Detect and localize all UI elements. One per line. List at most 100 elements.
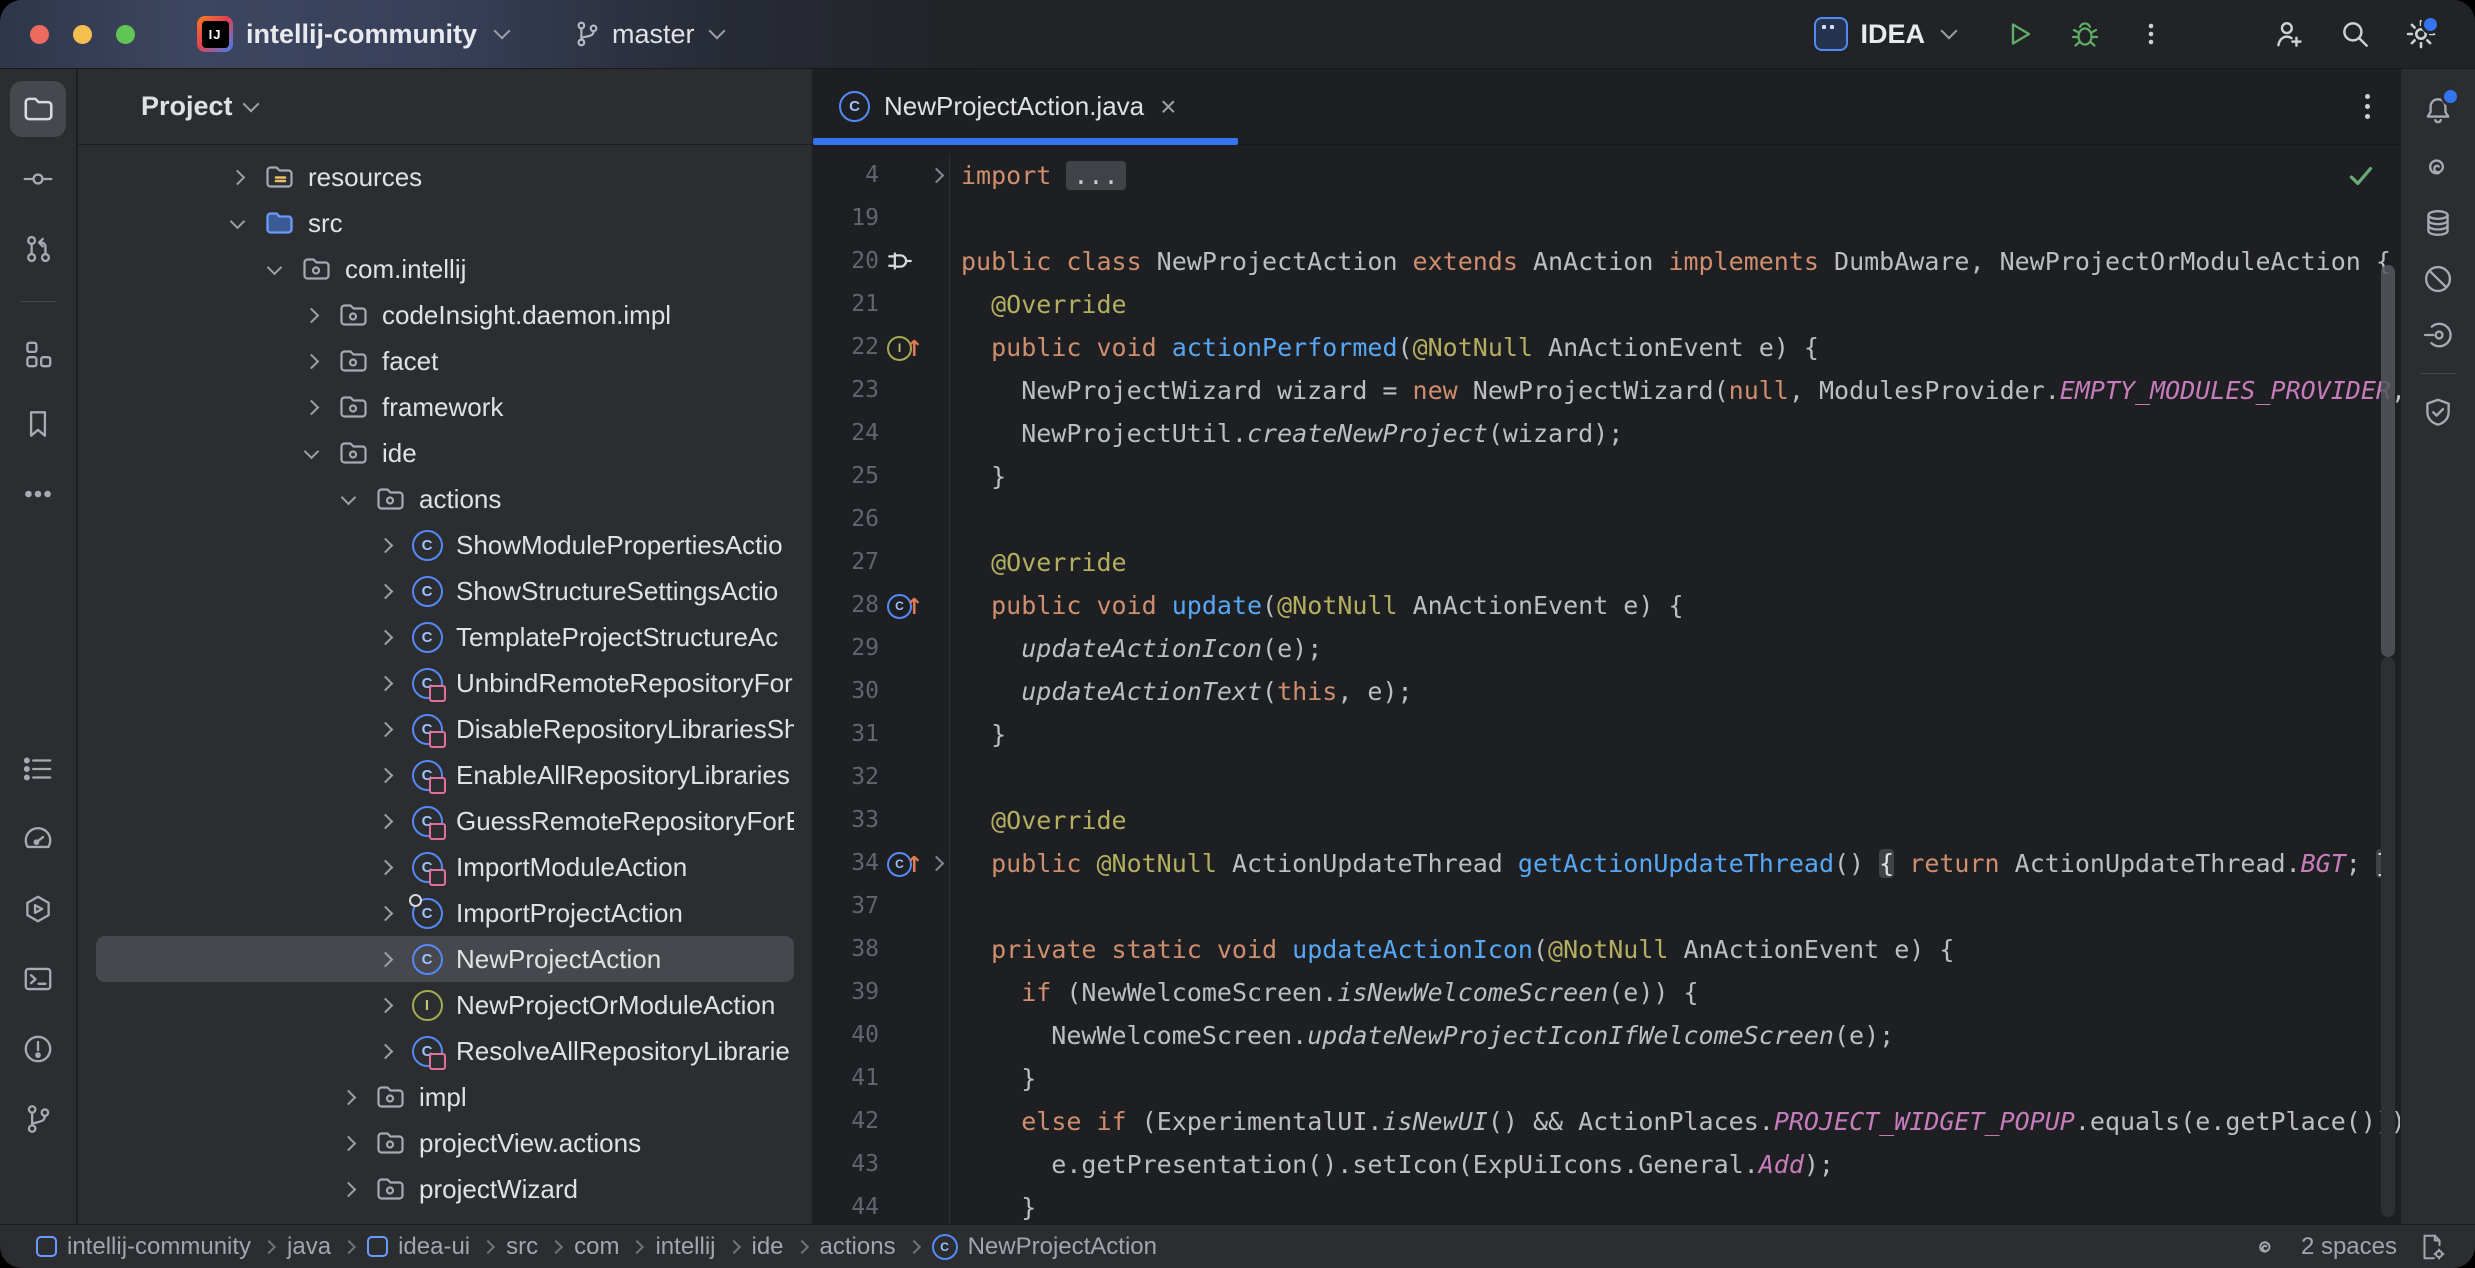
run-configuration-widget[interactable]: IDEA [1814, 17, 1955, 51]
code-line-37[interactable]: 37 [813, 885, 2400, 928]
editor-body[interactable]: 4import ...1920public class NewProjectAc… [813, 145, 2400, 1225]
tree-item-facet[interactable]: facet [96, 338, 794, 384]
chevron-right-icon[interactable] [337, 1092, 359, 1103]
code-line-21[interactable]: 21 @Override [813, 283, 2400, 326]
tool-button-problems[interactable] [10, 1021, 66, 1077]
chevron-right-icon[interactable] [374, 632, 396, 643]
breadcrumb-item-src[interactable]: src [506, 1233, 538, 1261]
chevron-down-icon[interactable] [226, 220, 248, 227]
tool-button-database[interactable] [2410, 195, 2466, 251]
tool-button-security-shield[interactable] [2410, 384, 2466, 440]
tool-button-notifications[interactable] [2410, 83, 2466, 139]
debug-button[interactable] [2065, 14, 2105, 54]
tool-button-incoming-connection[interactable] [2410, 307, 2466, 363]
chevron-right-icon[interactable] [374, 770, 396, 781]
chevron-right-icon[interactable] [300, 310, 322, 321]
tool-button-no-entry[interactable] [2410, 251, 2466, 307]
editor-scrollbar-track[interactable] [2381, 657, 2395, 1217]
editor-tab-newprojectaction[interactable]: C NewProjectAction.java × [813, 69, 1238, 144]
tool-button-terminal[interactable] [10, 951, 66, 1007]
tree-item-importmoduleaction[interactable]: CImportModuleAction [96, 844, 794, 890]
fold-expand-icon[interactable] [923, 842, 949, 885]
tool-button-services[interactable] [10, 881, 66, 937]
code-line-27[interactable]: 27 @Override [813, 541, 2400, 584]
code-line-25[interactable]: 25 } [813, 455, 2400, 498]
tree-item-ide[interactable]: ide [96, 430, 794, 476]
project-widget[interactable]: IJ intellij-community [197, 16, 508, 52]
chevron-down-icon[interactable] [300, 450, 322, 457]
tree-item-unbindremoterepositoryfor[interactable]: CUnbindRemoteRepositoryFor [96, 660, 794, 706]
indent-info[interactable]: 2 spaces [2301, 1233, 2397, 1261]
code-line-41[interactable]: 41 } [813, 1057, 2400, 1100]
chevron-right-icon[interactable] [337, 1138, 359, 1149]
tree-item-framework[interactable]: framework [96, 384, 794, 430]
code-line-4[interactable]: 4import ... [813, 154, 2400, 197]
project-panel-header[interactable]: Project [78, 69, 812, 145]
tree-item-importprojectaction[interactable]: CImportProjectAction [96, 890, 794, 936]
breadcrumb-item-actions[interactable]: actions [820, 1233, 896, 1261]
run-button[interactable] [1999, 14, 2039, 54]
close-window-button[interactable] [30, 25, 49, 44]
tool-button-pull-requests[interactable] [10, 221, 66, 277]
code-line-42[interactable]: 42 else if (ExperimentalUI.isNewUI() && … [813, 1100, 2400, 1143]
tool-button-commit[interactable] [10, 151, 66, 207]
tool-button-version-control[interactable] [10, 1091, 66, 1147]
chevron-right-icon[interactable] [374, 908, 396, 919]
inspections-ok-check-icon[interactable] [2344, 159, 2378, 193]
breadcrumb-item-java[interactable]: java [287, 1233, 331, 1261]
chevron-right-icon[interactable] [374, 1046, 396, 1057]
chevron-right-icon[interactable] [374, 1000, 396, 1011]
tree-item-newprojectaction[interactable]: CNewProjectAction [96, 936, 794, 982]
tree-item-guessremoterepositoryfore[interactable]: CGuessRemoteRepositoryForE [96, 798, 794, 844]
code-line-29[interactable]: 29 updateActionIcon(e); [813, 627, 2400, 670]
tool-button-profiler[interactable] [10, 811, 66, 867]
tree-item-resolveallrepositorylibrarie[interactable]: CResolveAllRepositoryLibrarie [96, 1028, 794, 1074]
overrides-method-gutter-icon[interactable]: C↑ [879, 584, 923, 627]
chevron-right-icon[interactable] [374, 724, 396, 735]
code-line-23[interactable]: 23 NewProjectWizard wizard = new NewProj… [813, 369, 2400, 412]
tree-item-templateprojectstructureac[interactable]: CTemplateProjectStructureAc [96, 614, 794, 660]
tree-item-newprojectormoduleaction[interactable]: INewProjectOrModuleAction [96, 982, 794, 1028]
tree-item-enableallrepositorylibraries[interactable]: CEnableAllRepositoryLibraries [96, 752, 794, 798]
tree-item-showstructuresettingsactio[interactable]: CShowStructureSettingsActio [96, 568, 794, 614]
ai-spiral-icon[interactable] [2251, 1232, 2281, 1262]
code-line-20[interactable]: 20public class NewProjectAction extends … [813, 240, 2400, 283]
zoom-window-button[interactable] [116, 25, 135, 44]
chevron-right-icon[interactable] [300, 402, 322, 413]
tree-item-codeinsight-daemon-impl[interactable]: codeInsight.daemon.impl [96, 292, 794, 338]
tree-item-resources[interactable]: resources [96, 154, 794, 200]
chevron-right-icon[interactable] [374, 678, 396, 689]
breadcrumb-item-intellij-community[interactable]: intellij-community [36, 1233, 251, 1261]
extension-plug-gutter-icon[interactable] [879, 240, 923, 283]
tree-item-impl[interactable]: impl [96, 1074, 794, 1120]
tab-options-kebab-icon[interactable] [2365, 94, 2370, 119]
chevron-right-icon[interactable] [374, 586, 396, 597]
tool-button-structure[interactable] [10, 326, 66, 382]
branch-widget[interactable]: master [572, 19, 723, 50]
tree-item-disablerepositorylibrariessh[interactable]: CDisableRepositoryLibrariesSh [96, 706, 794, 752]
code-line-43[interactable]: 43 e.getPresentation().setIcon(ExpUiIcon… [813, 1143, 2400, 1186]
chevron-right-icon[interactable] [374, 816, 396, 827]
breadcrumb-item-com[interactable]: com [574, 1233, 619, 1261]
chevron-right-icon[interactable] [226, 172, 248, 183]
code-with-me-button[interactable] [2269, 14, 2309, 54]
chevron-right-icon[interactable] [300, 356, 322, 367]
code-line-32[interactable]: 32 [813, 756, 2400, 799]
tool-button-project[interactable] [10, 81, 66, 137]
implements-method-gutter-icon[interactable]: I↑ [879, 326, 923, 369]
chevron-right-icon[interactable] [374, 954, 396, 965]
code-line-28[interactable]: 28C↑ public void update(@NotNull AnActio… [813, 584, 2400, 627]
tool-button-more-tools[interactable] [10, 466, 66, 522]
more-actions-button[interactable] [2131, 14, 2171, 54]
code-line-30[interactable]: 30 updateActionText(this, e); [813, 670, 2400, 713]
code-line-31[interactable]: 31 } [813, 713, 2400, 756]
overrides-method-gutter-icon[interactable]: C↑ [879, 842, 923, 885]
tree-item-showmodulepropertiesactio[interactable]: CShowModulePropertiesActio [96, 522, 794, 568]
code-line-33[interactable]: 33 @Override [813, 799, 2400, 842]
chevron-right-icon[interactable] [374, 540, 396, 551]
tool-button-ai-assistant[interactable] [2410, 139, 2466, 195]
code-line-24[interactable]: 24 NewProjectUtil.createNewProject(wizar… [813, 412, 2400, 455]
chevron-down-icon[interactable] [337, 496, 359, 503]
breadcrumb-item-idea-ui[interactable]: idea-ui [367, 1233, 470, 1261]
file-settings-icon[interactable] [2417, 1232, 2447, 1262]
